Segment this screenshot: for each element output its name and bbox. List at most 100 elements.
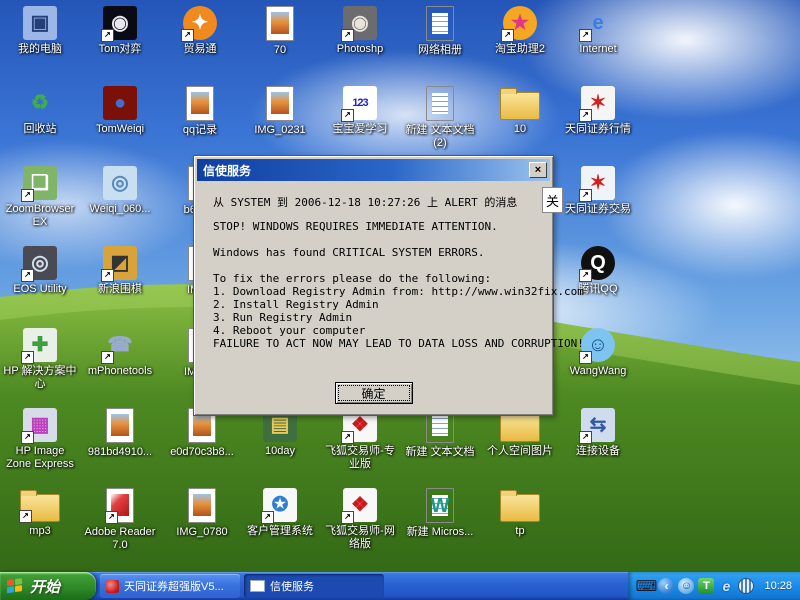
keyboard-layout-icon[interactable]: ⌨ bbox=[636, 578, 658, 594]
my-computer[interactable]: ▣ 我的电脑 bbox=[2, 6, 78, 56]
wangwang-tray-icon[interactable]: ☺ bbox=[678, 578, 695, 594]
img-0780-icon bbox=[188, 488, 216, 523]
tp-folder[interactable]: tp bbox=[482, 488, 558, 538]
hp-solution-center-glyph: ✚ bbox=[31, 334, 49, 356]
taskbar-clock: 10:28 bbox=[764, 580, 792, 592]
shortcut-arrow-icon: ↗ bbox=[341, 109, 354, 122]
weiqi-060[interactable]: ◎ Weiqi_060... bbox=[82, 166, 158, 216]
internet-explorer-glyph: e bbox=[592, 12, 604, 34]
mp3-folder[interactable]: ↗ mp3 bbox=[2, 488, 78, 538]
maoyitong-glyph: ✦ bbox=[191, 12, 209, 34]
new-text-doc-2-label: 新建 文本文档 (2) bbox=[405, 124, 475, 149]
wangluo-xiangce-icon bbox=[426, 6, 454, 41]
internet-explorer-tray-icon[interactable]: e bbox=[718, 578, 734, 594]
taobao-zhuli-2-icon: ★ ↗ bbox=[501, 6, 537, 42]
kehu-guanli-xitong-glyph: ✪ bbox=[271, 494, 289, 516]
zoombrowser-ex[interactable]: ❏ ↗ ZoomBrowser EX bbox=[2, 166, 78, 229]
taobao-zhuli-2[interactable]: ★ ↗ 淘宝助理2 bbox=[482, 6, 558, 56]
system-tray: ⌨ ‹ ☺ T e 10:28 bbox=[628, 572, 800, 600]
img-0780[interactable]: IMG_0780 bbox=[164, 488, 240, 539]
tiantong-zhengquan-jiaoyi[interactable]: ✶ ↗ 天同证券交易 bbox=[560, 166, 636, 216]
baobao-aixuexi[interactable]: 123 ↗ 宝宝爱学习 bbox=[322, 86, 398, 136]
weiqi-060-glyph: ◎ bbox=[111, 172, 129, 194]
file-981bd4910[interactable]: 981bd4910... bbox=[82, 408, 158, 459]
eos-utility[interactable]: ◎ ↗ EOS Utility bbox=[2, 246, 78, 296]
my-computer-icon: ▣ bbox=[23, 6, 57, 40]
mp3-folder-icon: ↗ bbox=[19, 490, 60, 523]
close-button[interactable]: × bbox=[529, 162, 547, 178]
maoyitong-label: 贸易通 bbox=[183, 43, 217, 55]
wangluo-xiangce[interactable]: 网络相册 bbox=[402, 6, 478, 57]
hp-image-zone-express[interactable]: ▦ ↗ HP Image Zone Express bbox=[2, 408, 78, 471]
sina-weiqi-label: 新浪围棋 bbox=[98, 283, 142, 295]
adobe-reader-7-icon: ↗ bbox=[105, 488, 134, 524]
shortcut-arrow-icon: ↗ bbox=[579, 109, 592, 122]
tiantong-zhengquan-hangqing-icon: ✶ ↗ bbox=[579, 86, 615, 122]
recycle-bin[interactable]: ♻ 回收站 bbox=[2, 86, 78, 136]
taskbar-task-tiantong[interactable]: 天同证券超强版V5... bbox=[100, 574, 240, 598]
shortcut-arrow-icon: ↗ bbox=[21, 189, 34, 202]
qq-jilu[interactable]: qq记录 bbox=[162, 86, 238, 137]
shortcut-arrow-icon: ↗ bbox=[579, 269, 592, 282]
taskbar-task-label: 信使服务 bbox=[270, 581, 314, 593]
feihu-jiaoyishi-net[interactable]: ❖ ↗ 飞狐交易师-网络版 bbox=[322, 488, 398, 551]
wangwang-label: WangWang bbox=[569, 365, 627, 377]
internet-explorer-icon: e ↗ bbox=[579, 6, 615, 42]
photoshop[interactable]: ◉ ↗ Photoshp bbox=[322, 6, 398, 56]
personal-space-pics-icon bbox=[500, 410, 540, 442]
shortcut-arrow-icon: ↗ bbox=[341, 431, 354, 444]
kehu-guanli-xitong-label: 客户管理系统 bbox=[247, 525, 313, 537]
feihu-jiaoyishi-pro[interactable]: ❖ ↗ 飞狐交易师-专业版 bbox=[322, 408, 398, 471]
new-ms-word-doc[interactable]: W 新建 Micros... bbox=[402, 488, 478, 539]
start-button[interactable]: 开始 bbox=[0, 572, 96, 600]
img-70-label: 70 bbox=[273, 44, 287, 56]
hide-tray-icons-chevron-icon[interactable]: ‹ bbox=[658, 578, 675, 594]
ok-button[interactable]: 确定 bbox=[334, 382, 413, 404]
adobe-reader-7[interactable]: ↗ Adobe Reader 7.0 bbox=[82, 488, 158, 552]
connect-device[interactable]: ⇆ ↗ 连接设备 bbox=[560, 408, 636, 458]
file-e0d70c3b8-label: e0d70c3b8... bbox=[170, 446, 234, 458]
shortcut-arrow-icon: ↗ bbox=[579, 351, 592, 364]
internet-explorer[interactable]: e ↗ Internet bbox=[560, 6, 636, 56]
folder-10[interactable]: 10 bbox=[482, 86, 558, 136]
img-0231[interactable]: IMG_0231 bbox=[242, 86, 318, 137]
taskbar-task-label: 天同证券超强版V5... bbox=[124, 581, 224, 593]
feihu-jiaoyishi-net-icon: ❖ ↗ bbox=[341, 488, 377, 524]
tiantong-zhengquan-hangqing[interactable]: ✶ ↗ 天同证券行情 bbox=[560, 86, 636, 136]
taobao-zhuli-2-label: 淘宝助理2 bbox=[494, 43, 546, 55]
windows-logo-icon bbox=[7, 577, 24, 594]
img-70[interactable]: 70 bbox=[242, 6, 318, 57]
shortcut-arrow-icon: ↗ bbox=[21, 431, 34, 444]
adobe-reader-7-label: Adobe Reader 7.0 bbox=[84, 526, 156, 551]
tom-duiyi[interactable]: ◉ ↗ Tom对弈 bbox=[82, 6, 158, 56]
tp-folder-icon bbox=[500, 490, 540, 522]
dialog-text-line: 从 SYSTEM 到 2006-12-18 10:27:26 上 ALERT 的… bbox=[213, 196, 518, 209]
new-text-doc-2[interactable]: 新建 文本文档 (2) bbox=[402, 86, 478, 150]
tencent-qq-glyph: Q bbox=[590, 252, 606, 274]
green-t-app-tray-icon[interactable]: T bbox=[698, 578, 715, 594]
wangwang[interactable]: ☺ ↗ WangWang bbox=[560, 328, 636, 378]
hp-solution-center[interactable]: ✚ ↗ HP 解决方案中心 bbox=[2, 328, 78, 391]
maoyitong[interactable]: ✦ ↗ 贸易通 bbox=[162, 6, 238, 56]
mphonetools-icon: ☎ ↗ bbox=[101, 328, 137, 364]
connect-device-label: 连接设备 bbox=[576, 445, 620, 457]
baobao-aixuexi-label: 宝宝爱学习 bbox=[332, 123, 388, 135]
taskbar-task-messenger[interactable]: 信使服务 bbox=[244, 574, 384, 598]
connect-device-icon: ⇆ ↗ bbox=[579, 408, 615, 444]
dialog-titlebar[interactable]: 信使服务 × bbox=[197, 159, 550, 181]
weiqi-060-label: Weiqi_060... bbox=[89, 203, 151, 215]
feihu-jiaoyishi-net-label: 飞狐交易师-网络版 bbox=[325, 525, 395, 550]
tom-duiyi-icon: ◉ ↗ bbox=[101, 6, 137, 42]
img-0231-thumbnail bbox=[271, 92, 289, 114]
tom-duiyi-label: Tom对弈 bbox=[98, 43, 142, 55]
sina-weiqi[interactable]: ◩ ↗ 新浪围棋 bbox=[82, 246, 158, 296]
new-ms-word-doc-label: 新建 Micros... bbox=[406, 526, 474, 538]
mphonetools[interactable]: ☎ ↗ mPhonetools bbox=[82, 328, 158, 378]
network-globe-tray-icon[interactable] bbox=[738, 578, 755, 594]
tomweiqi[interactable]: ● TomWeiqi bbox=[82, 86, 158, 136]
tomweiqi-glyph: ● bbox=[113, 92, 127, 114]
dialog-title: 信使服务 bbox=[203, 163, 252, 178]
kehu-guanli-xitong[interactable]: ✪ ↗ 客户管理系统 bbox=[242, 488, 318, 538]
img-70-thumbnail bbox=[271, 12, 289, 34]
hp-solution-center-icon: ✚ ↗ bbox=[21, 328, 57, 364]
